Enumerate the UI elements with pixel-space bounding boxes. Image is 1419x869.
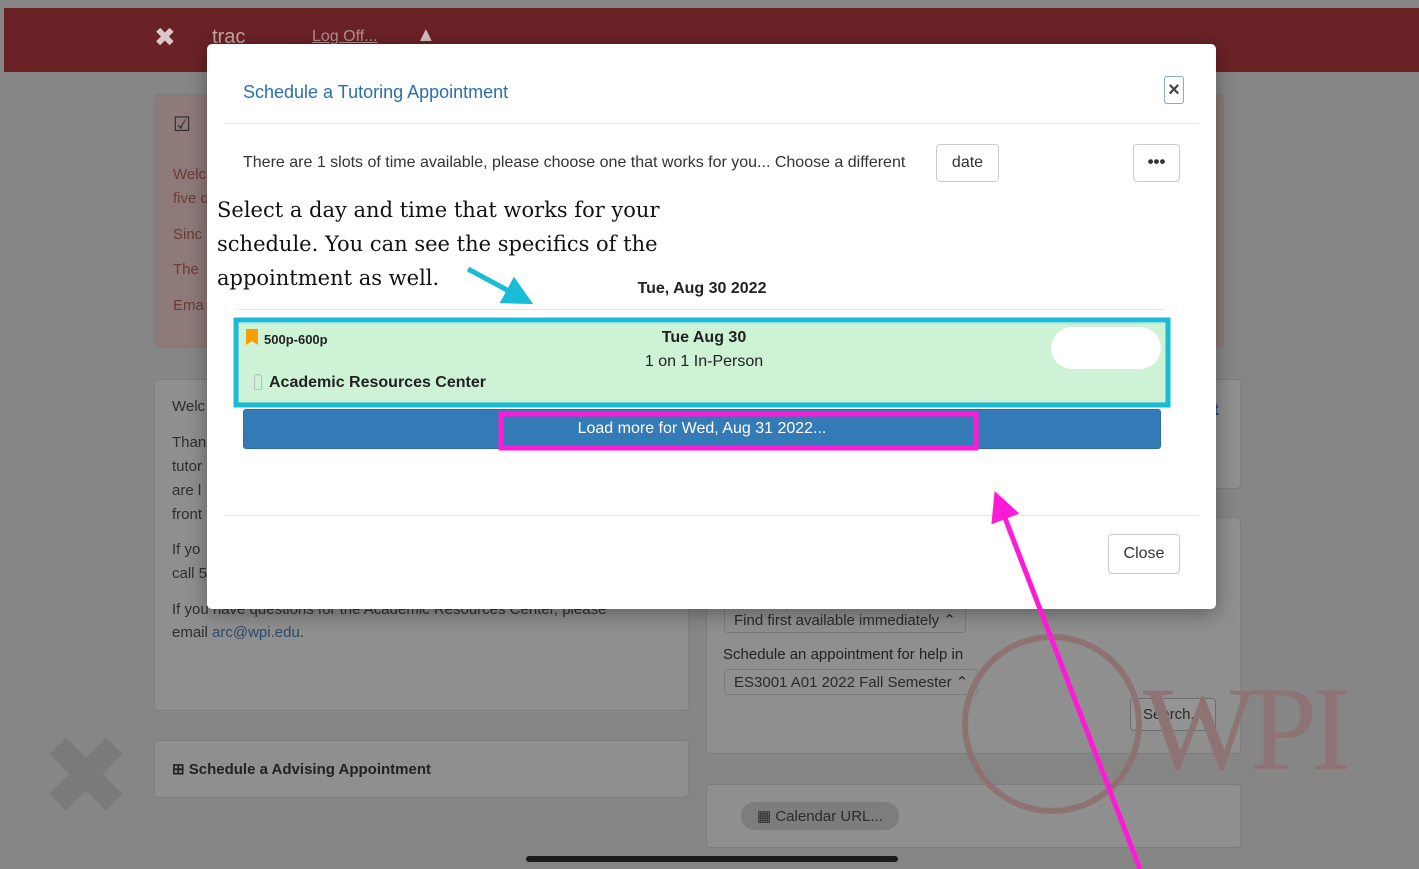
instruction-callout: Select a day and time that works for you… xyxy=(217,198,660,290)
card2-line-5: front xyxy=(172,506,203,523)
email-prefix: email xyxy=(172,624,213,641)
slot-location: Academic Resources Center xyxy=(269,374,486,391)
modal-close-button[interactable]: Close xyxy=(1108,534,1180,574)
welcome-text-line-1: Welc xyxy=(173,166,207,183)
modal-title: Schedule a Tutoring Appointment xyxy=(243,82,509,102)
modal-header-divider xyxy=(224,123,1199,124)
calendar-check-icon: ☑ xyxy=(173,114,191,136)
trac-logo-icon[interactable]: ✖ xyxy=(154,22,194,52)
wpi-logo-text: WPI xyxy=(1143,662,1351,795)
wpi-seal-icon xyxy=(962,634,1142,814)
card2-line-3: tutor xyxy=(172,458,203,475)
choose-date-button[interactable]: date xyxy=(936,144,999,182)
slot-date: Tue Aug 30 xyxy=(661,329,747,346)
email-link[interactable]: arc@wpi.edu xyxy=(212,624,300,641)
availability-text: There are 1 slots of time available, ple… xyxy=(243,154,906,171)
modal-close-x-button[interactable]: × xyxy=(1164,76,1184,104)
email-suffix: . xyxy=(299,624,304,641)
welcome-text-line-3: Sinc xyxy=(173,226,203,243)
advising-title-text: Schedule a Advising Appointment xyxy=(188,761,431,778)
modal-footer-divider xyxy=(224,515,1199,516)
welcome-text-line-4: The xyxy=(173,261,199,278)
welcome-text-line-5: Ema xyxy=(173,297,204,314)
wpi-logo: WPI xyxy=(958,630,1398,820)
card2-line-4: are l xyxy=(172,482,202,499)
card2-line-2: Than xyxy=(172,434,207,451)
card2-line-6: If yo xyxy=(172,541,201,558)
slot-type: 1 on 1 In-Person xyxy=(644,353,764,370)
course-select[interactable]: ES3001 A01 2022 Fall Semester ⌃ xyxy=(724,669,979,695)
calendar-plus-icon: ⊞ xyxy=(172,761,189,778)
calendar-icon: ▦ xyxy=(757,808,776,825)
location-icon xyxy=(254,374,262,390)
time-slot-card[interactable]: 500p-600p Tue Aug 30 1 on 1 In-Person Ac… xyxy=(238,323,1168,403)
schedule-help-label: Schedule an appointment for help in xyxy=(723,646,964,663)
advising-title[interactable]: ⊞ Schedule a Advising Appointment xyxy=(172,760,431,778)
find-first-select[interactable]: Find first available immediately ⌃ xyxy=(724,607,966,633)
schedule-tutoring-modal: Schedule a Tutoring Appointment × There … xyxy=(207,44,1216,609)
load-more-button[interactable]: Load more for Wed, Aug 31 2022... xyxy=(243,409,1161,449)
card2-line-7: call 5 xyxy=(172,565,208,582)
welcome-text-line-2: five c xyxy=(173,190,209,207)
calendar-url-label: Calendar URL... xyxy=(775,808,883,825)
day-divider xyxy=(239,309,1164,310)
card2-email-line: email arc@wpi.edu. xyxy=(172,624,304,641)
trac-watermark-icon: ✖ xyxy=(40,715,133,838)
more-options-button[interactable]: ••• xyxy=(1133,144,1180,182)
calendar-url-button[interactable]: ▦ Calendar URL... xyxy=(741,802,899,830)
card2-line-1: Welc xyxy=(172,398,206,415)
redacted-area xyxy=(1051,327,1161,369)
home-indicator xyxy=(526,856,898,862)
